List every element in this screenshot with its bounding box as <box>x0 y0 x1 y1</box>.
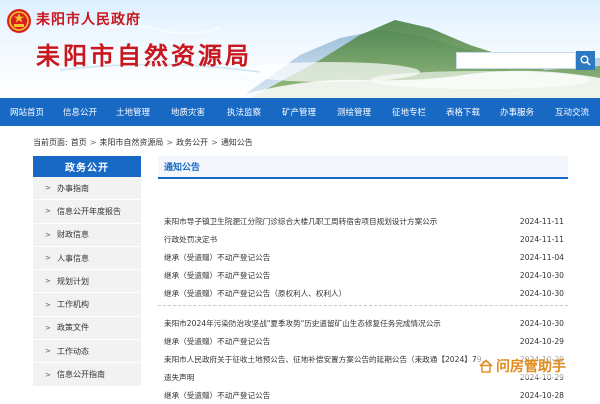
notice-title[interactable]: 继承（受遗赠）不动产登记公告 <box>164 252 270 263</box>
notice-title[interactable]: 继承（受遗赠）不动产登记公告 <box>164 390 270 401</box>
list-item[interactable]: 继承（受遗赠）不动产登记公告 2024-10-30 <box>158 266 568 284</box>
list-item[interactable]: 继承（受遗赠）不动产登记公告 2024-10-28 <box>158 386 568 404</box>
notice-date: 2024-10-29 <box>519 336 564 346</box>
chevron-right-icon: > <box>45 254 51 263</box>
nav-info-disclosure[interactable]: 信息公开 <box>54 98 106 126</box>
notice-date: 2024-11-11 <box>519 216 564 226</box>
chevron-right-icon: > <box>45 323 51 332</box>
sidebar-item-label: 工作机构 <box>57 300 89 310</box>
notice-title[interactable]: 继承（受遗赠）不动产登记公告（原权利人、权利人） <box>164 288 346 299</box>
breadcrumb-notices[interactable]: 通知公告 <box>221 137 253 148</box>
breadcrumb-gov-affairs[interactable]: 政务公开 <box>176 137 208 148</box>
sidebar-item-label: 政策文件 <box>57 323 89 333</box>
breadcrumb-bureau[interactable]: 耒阳市自然资源局 <box>99 137 163 148</box>
sidebar-item-label: 规划计划 <box>57 276 89 286</box>
main-nav: 网站首页 信息公开 土地管理 地质灾害 执法监察 矿产管理 测绘管理 征地专栏 … <box>0 98 600 126</box>
national-emblem-icon <box>7 9 31 33</box>
watermark-badge: 问房管助手 <box>477 354 569 378</box>
sidebar-item-work-news[interactable]: > 工作动态 <box>33 340 141 364</box>
breadcrumb-separator: > <box>166 138 174 147</box>
chevron-right-icon: > <box>45 347 51 356</box>
chevron-right-icon: > <box>45 184 51 193</box>
notice-date: 2024-10-30 <box>519 288 564 298</box>
watermark-text: 问房管助手 <box>496 359 566 375</box>
sidebar-title: 政务公开 <box>33 156 141 177</box>
notice-panel-header: 通知公告 <box>158 156 568 179</box>
search-icon <box>580 55 591 66</box>
notice-title[interactable]: 耒阳市导子镇卫生院淝江分院门诊综合大楼几职工周转宿舍项目规划设计方案公示 <box>164 216 437 227</box>
notice-title[interactable]: 耒阳市人民政府关于征收土地预公告、征地补偿安置方案公告的延期公告（耒政通【202… <box>164 354 489 365</box>
government-name: 耒阳市人民政府 <box>36 12 141 28</box>
nav-surveying-management[interactable]: 测绘管理 <box>326 98 382 126</box>
notice-date: 2024-11-11 <box>519 234 564 244</box>
chevron-right-icon: > <box>45 300 51 309</box>
breadcrumb-separator: > <box>89 138 97 147</box>
sidebar-item-organization[interactable]: > 工作机构 <box>33 293 141 317</box>
notice-title[interactable]: 行政处罚决定书 <box>164 234 217 245</box>
breadcrumb-separator: > <box>211 138 218 147</box>
breadcrumb: 当前页面: 首页 > 耒阳市自然资源局 > 政务公开 > 通知公告 <box>33 137 253 148</box>
list-item[interactable]: 耒阳市导子镇卫生院淝江分院门诊综合大楼几职工周转宿舍项目规划设计方案公示 202… <box>158 212 568 230</box>
notice-date: 2024-11-04 <box>519 252 564 262</box>
nav-home[interactable]: 网站首页 <box>0 98 54 126</box>
nav-interaction[interactable]: 互动交流 <box>544 98 600 126</box>
sidebar-item-label: 工作动态 <box>57 346 89 356</box>
sidebar-item-personnel[interactable]: > 人事信息 <box>33 246 141 271</box>
chevron-right-icon: > <box>45 370 51 379</box>
site-title: 耒阳市自然资源局 <box>36 42 252 70</box>
notice-panel: 通知公告 耒阳市导子镇卫生院淝江分院门诊综合大楼几职工周转宿舍项目规划设计方案公… <box>158 156 568 400</box>
nav-law-enforcement[interactable]: 执法监察 <box>216 98 272 126</box>
sidebar-item-service-guide[interactable]: > 办事指南 <box>33 177 141 201</box>
notice-title[interactable]: 继承（受遗赠）不动产登记公告 <box>164 270 270 281</box>
breadcrumb-prefix: 当前页面: <box>33 138 68 147</box>
notice-panel-title: 通知公告 <box>164 163 201 173</box>
notice-date: 2024-10-30 <box>519 270 564 280</box>
notice-title[interactable]: 继承（受遗赠）不动产登记公告 <box>164 336 270 347</box>
sidebar-item-label: 信息公开年度报告 <box>57 206 121 216</box>
list-item[interactable]: 继承（受遗赠）不动产登记公告 2024-11-04 <box>158 248 568 266</box>
sidebar-item-label: 人事信息 <box>57 253 89 263</box>
section-divider <box>158 305 568 306</box>
sidebar-item-finance[interactable]: > 财政信息 <box>33 223 141 247</box>
notice-date: 2024-10-30 <box>519 318 564 328</box>
sidebar-item-label: 信息公开指南 <box>57 370 105 380</box>
chevron-right-icon: > <box>45 230 51 239</box>
sidebar-item-label: 财政信息 <box>57 230 89 240</box>
list-item[interactable]: 耒阳市2024年污染防治攻坚战"夏季攻势"历史遗留矿山生态修复任务完成情况公示 … <box>158 314 568 332</box>
list-item[interactable]: 继承（受遗赠）不动产登记公告 2024-10-29 <box>158 332 568 350</box>
notice-title[interactable]: 遗失声明 <box>164 372 194 383</box>
sidebar-item-policy-documents[interactable]: > 政策文件 <box>33 316 141 341</box>
search-input[interactable] <box>456 52 576 69</box>
list-item[interactable]: 行政处罚决定书 2024-11-11 <box>158 230 568 248</box>
notice-title[interactable]: 耒阳市2024年污染防治攻坚战"夏季攻势"历史遗留矿山生态修复任务完成情况公示 <box>164 318 441 329</box>
nav-mineral-management[interactable]: 矿产管理 <box>272 98 326 126</box>
chevron-right-icon: > <box>45 207 51 216</box>
nav-geological-hazards[interactable]: 地质灾害 <box>160 98 216 126</box>
nav-land-acquisition[interactable]: 征地专栏 <box>382 98 436 126</box>
nav-form-download[interactable]: 表格下载 <box>436 98 490 126</box>
list-item[interactable]: 继承（受遗赠）不动产登记公告（原权利人、权利人） 2024-10-30 <box>158 284 568 302</box>
chevron-right-icon: > <box>45 277 51 286</box>
nav-services[interactable]: 办事服务 <box>490 98 544 126</box>
sidebar-item-disclosure-guide[interactable]: > 信息公开指南 <box>33 363 141 387</box>
notice-date: 2024-10-28 <box>519 390 564 400</box>
site-banner: 耒阳市人民政府 耒阳市自然资源局 <box>0 0 600 98</box>
sidebar-item-annual-report[interactable]: > 信息公开年度报告 <box>33 200 141 224</box>
sidebar: 政务公开 > 办事指南 > 信息公开年度报告 > 财政信息 > 人事信息 > 规划计划 >… <box>33 156 141 387</box>
breadcrumb-home[interactable]: 首页 <box>71 137 87 148</box>
sidebar-item-planning[interactable]: > 规划计划 <box>33 270 141 294</box>
house-icon <box>479 359 493 373</box>
sidebar-item-label: 办事指南 <box>57 183 89 193</box>
search-button[interactable] <box>576 51 595 70</box>
nav-land-management[interactable]: 土地管理 <box>106 98 160 126</box>
